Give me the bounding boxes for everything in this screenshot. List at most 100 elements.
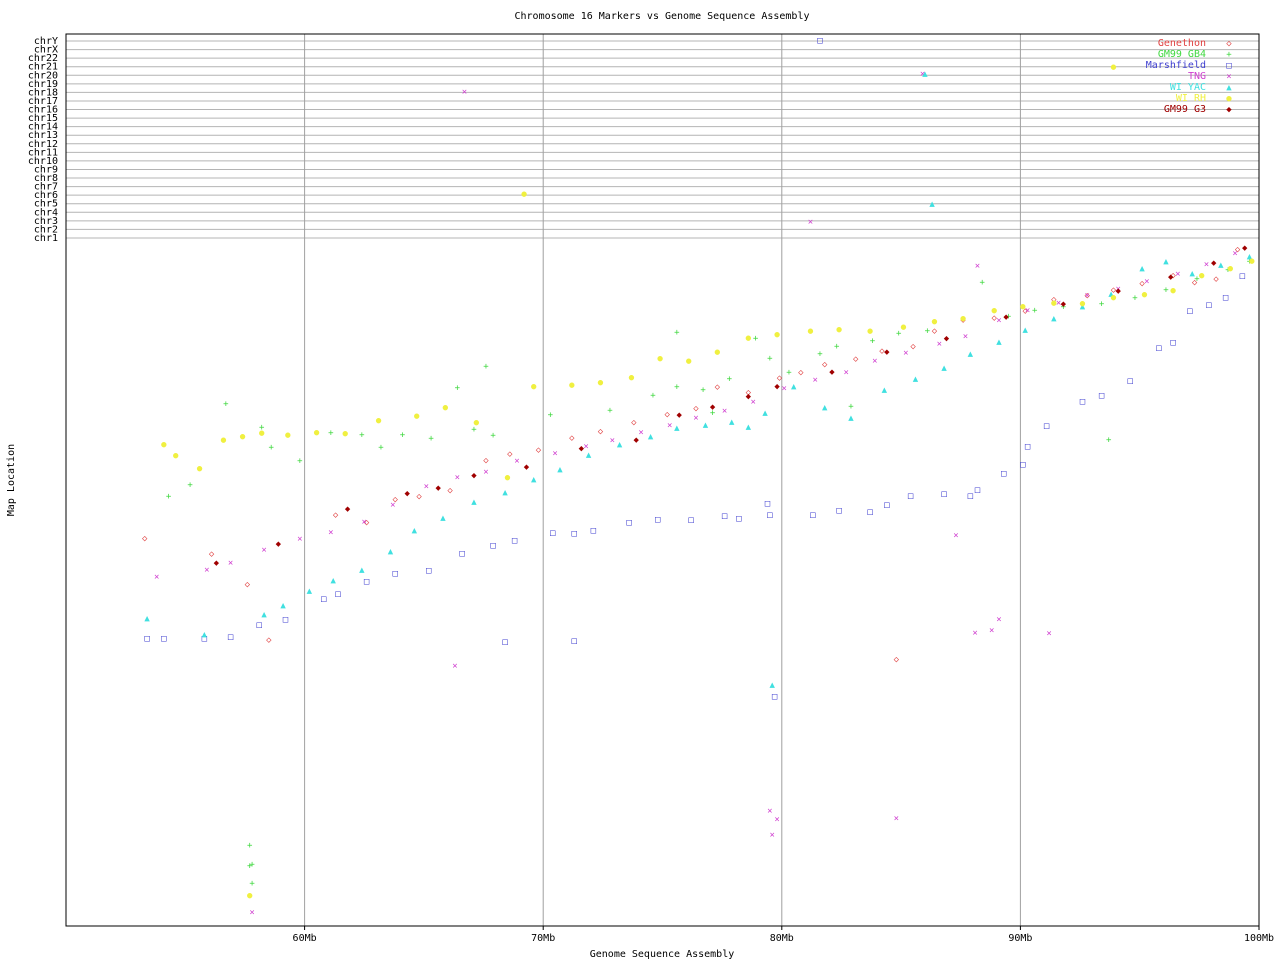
point-2-43: □ xyxy=(1223,293,1229,303)
point-2-14: □ xyxy=(550,528,556,538)
legend-label-3: TNG xyxy=(1188,71,1206,82)
point-1-0: + xyxy=(166,492,172,502)
point-3-17: × xyxy=(693,413,698,423)
point-5-3: ● xyxy=(221,435,227,445)
point-0-10: ◇ xyxy=(507,450,513,460)
point-6-4: ◆ xyxy=(436,483,442,493)
point-1-9: + xyxy=(400,431,406,441)
point-3-49: × xyxy=(808,218,813,228)
point-2-9: □ xyxy=(393,569,399,579)
point-0-14: ◇ xyxy=(631,418,637,428)
point-2-17: □ xyxy=(626,518,632,528)
point-2-5: □ xyxy=(283,615,289,625)
point-2-44: □ xyxy=(1240,272,1246,282)
point-4-21: ▲ xyxy=(762,409,768,419)
point-5-37: ● xyxy=(1228,264,1234,274)
point-2-35: □ xyxy=(1044,422,1050,432)
point-1-15: + xyxy=(607,406,613,416)
x-tick-label-70Mb: 70Mb xyxy=(531,933,555,944)
point-5-41: ● xyxy=(1111,63,1117,73)
point-2-31: □ xyxy=(975,485,981,495)
point-2-45: □ xyxy=(502,637,508,647)
point-2-23: □ xyxy=(767,511,773,521)
point-3-0: × xyxy=(154,572,159,582)
point-0-25: ◇ xyxy=(932,326,938,336)
x-tick-label-80Mb: 80Mb xyxy=(770,933,794,944)
point-2-19: □ xyxy=(688,515,694,525)
point-2-7: □ xyxy=(335,589,341,599)
point-6-15: ◆ xyxy=(944,334,950,344)
point-4-10: ▲ xyxy=(471,498,477,508)
point-5-30: ● xyxy=(1020,302,1026,312)
point-4-2: ▲ xyxy=(261,610,267,620)
legend-marker-4: ▲ xyxy=(1226,83,1232,93)
point-1-4: + xyxy=(268,443,274,453)
point-1-5: + xyxy=(297,457,303,467)
point-4-27: ▲ xyxy=(941,363,947,373)
point-4-35: ▲ xyxy=(1163,257,1169,267)
point-1-24: + xyxy=(834,342,840,352)
point-4-4: ▲ xyxy=(307,587,313,597)
point-6-3: ◆ xyxy=(404,489,410,499)
point-1-13: + xyxy=(490,431,496,441)
point-3-34: × xyxy=(1204,260,1209,270)
point-0-13: ◇ xyxy=(598,427,604,437)
point-0-17: ◇ xyxy=(715,383,721,393)
point-4-15: ▲ xyxy=(617,440,623,450)
point-3-45: × xyxy=(894,814,899,824)
point-2-34: □ xyxy=(1025,442,1031,452)
point-3-36: × xyxy=(953,531,958,541)
point-6-7: ◆ xyxy=(579,444,585,454)
point-5-15: ● xyxy=(569,381,575,391)
point-6-13: ◆ xyxy=(829,368,835,378)
point-3-15: × xyxy=(638,428,643,438)
point-4-13: ▲ xyxy=(557,465,563,475)
legend-label-0: Genethon xyxy=(1158,38,1206,49)
point-3-7: × xyxy=(390,500,395,510)
point-3-40: × xyxy=(1046,629,1051,639)
point-5-23: ● xyxy=(808,326,814,336)
point-0-22: ◇ xyxy=(853,355,859,365)
point-5-14: ● xyxy=(531,382,537,392)
point-6-16: ◆ xyxy=(1003,313,1009,323)
point-5-24: ● xyxy=(836,325,842,335)
point-2-10: □ xyxy=(426,566,432,576)
point-3-21: × xyxy=(812,376,817,386)
point-1-21: + xyxy=(767,354,773,364)
point-3-19: × xyxy=(750,398,755,408)
point-2-40: □ xyxy=(1170,338,1176,348)
point-1-16: + xyxy=(650,391,656,401)
point-5-21: ● xyxy=(746,333,752,343)
point-0-4: ◇ xyxy=(333,511,339,521)
point-3-28: × xyxy=(1025,306,1030,316)
point-3-27: × xyxy=(996,316,1001,326)
chromosome-marker-chart: Chromosome 16 Markers vs Genome Sequence… xyxy=(0,0,1280,960)
legend-label-4: WI YAC xyxy=(1170,82,1206,93)
point-6-9: ◆ xyxy=(676,411,682,421)
point-3-3: × xyxy=(261,546,266,556)
point-2-38: □ xyxy=(1127,376,1133,386)
point-5-4: ● xyxy=(240,432,246,442)
legend-marker-0: ◇ xyxy=(1226,39,1232,49)
legend-marker-1: + xyxy=(1226,50,1232,60)
point-1-30: + xyxy=(1032,306,1038,316)
point-1-2: + xyxy=(223,400,229,410)
point-4-9: ▲ xyxy=(440,513,446,523)
point-1-47: + xyxy=(848,402,854,412)
point-1-28: + xyxy=(980,278,986,288)
point-2-8: □ xyxy=(364,577,370,587)
point-5-0: ● xyxy=(161,440,167,450)
y-axis-label: Map Location xyxy=(6,444,17,516)
point-4-7: ▲ xyxy=(388,547,394,557)
point-2-15: □ xyxy=(572,529,578,539)
x-tick-label-90Mb: 90Mb xyxy=(1008,933,1032,944)
point-4-26: ▲ xyxy=(913,374,919,384)
point-2-39: □ xyxy=(1156,344,1162,354)
point-1-7: + xyxy=(359,431,365,441)
point-2-28: □ xyxy=(908,492,914,502)
point-1-39: + xyxy=(247,841,253,851)
lane-label-chrY: chrY xyxy=(34,36,58,47)
point-3-42: × xyxy=(774,815,779,825)
point-4-8: ▲ xyxy=(412,526,418,536)
point-4-12: ▲ xyxy=(531,475,537,485)
